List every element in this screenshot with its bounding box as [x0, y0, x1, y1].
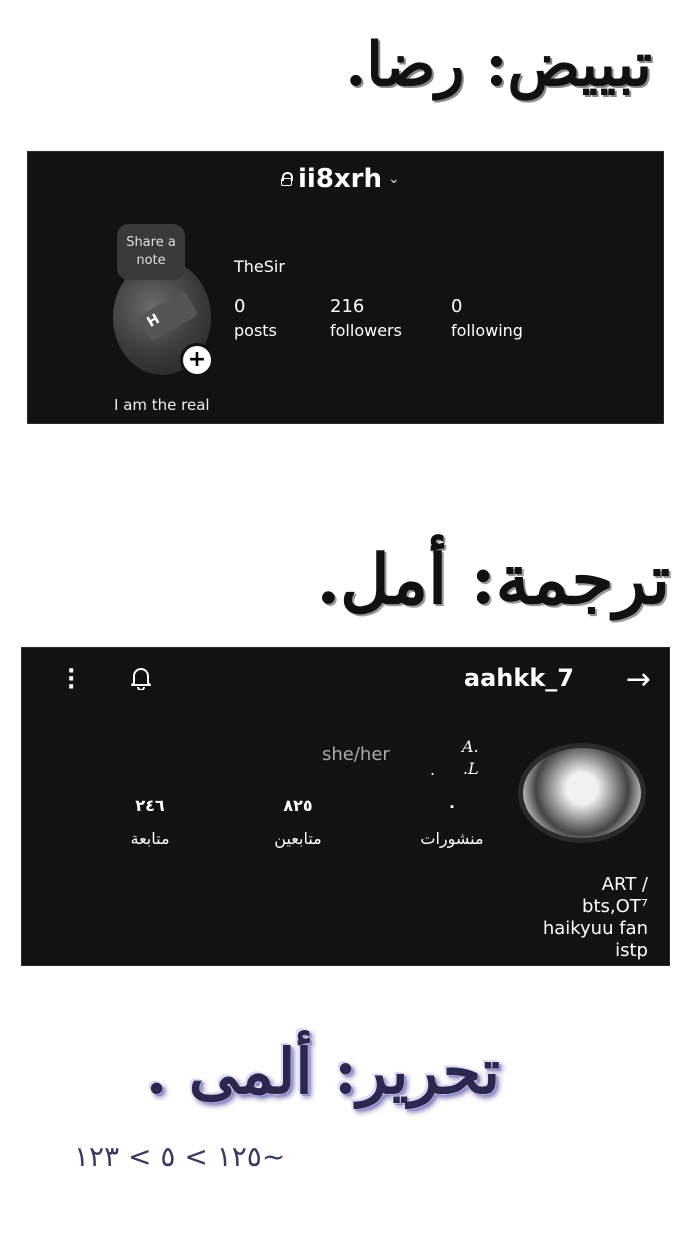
heading-edit: تحرير: ألمى .	[145, 1035, 500, 1108]
back-arrow-icon[interactable]: →	[626, 662, 651, 697]
posts-stat[interactable]: ٠ منشورات	[412, 796, 492, 848]
following-count: ٢٤٦	[135, 796, 165, 815]
posts-label: posts	[234, 321, 277, 340]
following-label: following	[451, 321, 523, 340]
heading-translate: ترجمة: أمل.	[316, 540, 670, 620]
display-name-line-1: A.	[462, 737, 479, 756]
bio-line: haikyuu fan	[542, 918, 648, 939]
more-options-icon[interactable]: · · ·	[67, 661, 75, 699]
following-label: متابعة	[130, 829, 170, 848]
avatar-sticker: H	[137, 290, 199, 342]
followers-count: ٨٢٥	[283, 796, 313, 815]
pronouns: she/her	[322, 744, 390, 765]
profile-username: aahkk_7	[463, 664, 574, 692]
username-switcher[interactable]: ii8xrh ⌄	[281, 164, 400, 194]
followers-stat[interactable]: 216 followers	[330, 296, 402, 340]
followers-label: followers	[330, 321, 402, 340]
display-name: TheSir	[234, 257, 285, 276]
bell-icon[interactable]	[130, 666, 152, 690]
posts-count: ٠	[447, 796, 457, 815]
chevron-down-icon: ⌄	[388, 171, 400, 187]
posts-stat[interactable]: 0 posts	[234, 296, 277, 340]
lock-icon	[281, 172, 293, 186]
add-story-icon[interactable]: +	[180, 343, 214, 377]
followers-count: 216	[330, 296, 365, 317]
date-text: ١٢٥ > ٥ > ١٢٣~	[74, 1140, 286, 1173]
bio-line: ART /	[601, 874, 648, 895]
posts-label: منشورات	[420, 829, 484, 848]
display-name-line-2: .L	[462, 759, 479, 778]
avatar[interactable]	[518, 743, 646, 843]
following-stat[interactable]: 0 following	[451, 296, 523, 340]
bio-line: bts,OT⁷	[582, 896, 648, 917]
profile-username: ii8xrh	[298, 164, 383, 194]
share-note-bubble[interactable]: Share a note	[117, 224, 185, 280]
followers-label: متابعين	[274, 829, 322, 848]
profile-card-2: · · · aahkk_7 → she/her A. .L . ٠ منشورات …	[21, 647, 670, 966]
followers-stat[interactable]: ٨٢٥ متابعين	[258, 796, 338, 848]
following-stat[interactable]: ٢٤٦ متابعة	[112, 796, 188, 848]
bio: ART / bts,OT⁷ haikyuu fan istp	[543, 874, 648, 962]
bio: I am the real	[114, 396, 210, 414]
bio-line: istp	[615, 940, 648, 961]
profile-card-1: ii8xrh ⌄ H Share a note + TheSir 0 posts…	[27, 151, 664, 424]
dot-mark: .	[430, 760, 436, 779]
display-name: A. .L	[462, 736, 479, 780]
following-count: 0	[451, 296, 463, 317]
posts-count: 0	[234, 296, 246, 317]
heading-whiten: تبييض: رضا.	[345, 30, 652, 100]
